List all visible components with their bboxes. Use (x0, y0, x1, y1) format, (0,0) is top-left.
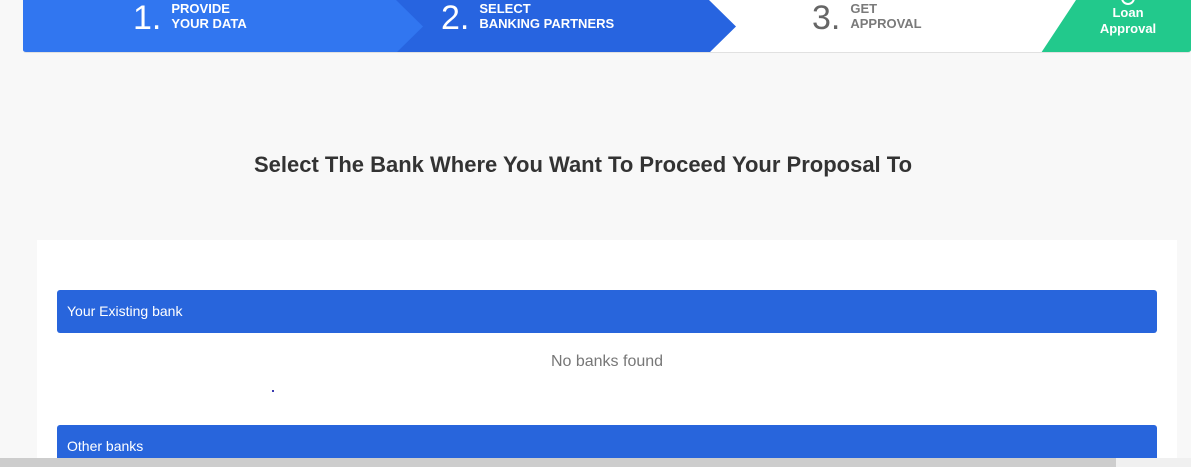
step-label-line2: BANKING PARTNERS (479, 16, 615, 31)
step-loan-approval[interactable]: Loan Approval (1083, 0, 1173, 37)
step-number: 1. (133, 0, 162, 37)
step-label: PROVIDE YOUR DATA (171, 1, 246, 31)
final-step-line1: Loan (1112, 5, 1144, 20)
step-number: 2. (441, 0, 470, 37)
stray-dot (272, 390, 274, 392)
page-title: Select The Bank Where You Want To Procee… (253, 152, 913, 177)
scrollbar-thumb[interactable] (0, 458, 1116, 467)
page: 1. PROVIDE YOUR DATA 2. SELECT BANKING P… (0, 0, 1191, 467)
bank-selection-card: Your Existing bank No banks found Other … (37, 240, 1177, 467)
step-label: SELECT BANKING PARTNERS (479, 1, 614, 31)
step-label-line2: YOUR DATA (171, 16, 247, 31)
step-select-banking-partners[interactable]: 2. SELECT BANKING PARTNERS (441, 0, 614, 52)
no-banks-message: No banks found (550, 353, 664, 370)
step-label: GET APPROVAL (850, 1, 921, 31)
horizontal-scrollbar[interactable] (0, 458, 1191, 467)
step-number: 3. (812, 0, 841, 37)
step-label-line1: GET (850, 1, 878, 16)
step-label-line1: SELECT (479, 1, 531, 16)
existing-bank-header: Your Existing bank (57, 290, 1157, 333)
step-get-approval[interactable]: 3. GET APPROVAL (812, 0, 922, 52)
step-provide-data[interactable]: 1. PROVIDE YOUR DATA (133, 0, 247, 52)
step-label-line1: PROVIDE (171, 1, 230, 16)
progress-stepper: 1. PROVIDE YOUR DATA 2. SELECT BANKING P… (23, 0, 1191, 53)
step-label-line2: APPROVAL (850, 16, 922, 31)
final-step-line2: Approval (1099, 21, 1157, 36)
